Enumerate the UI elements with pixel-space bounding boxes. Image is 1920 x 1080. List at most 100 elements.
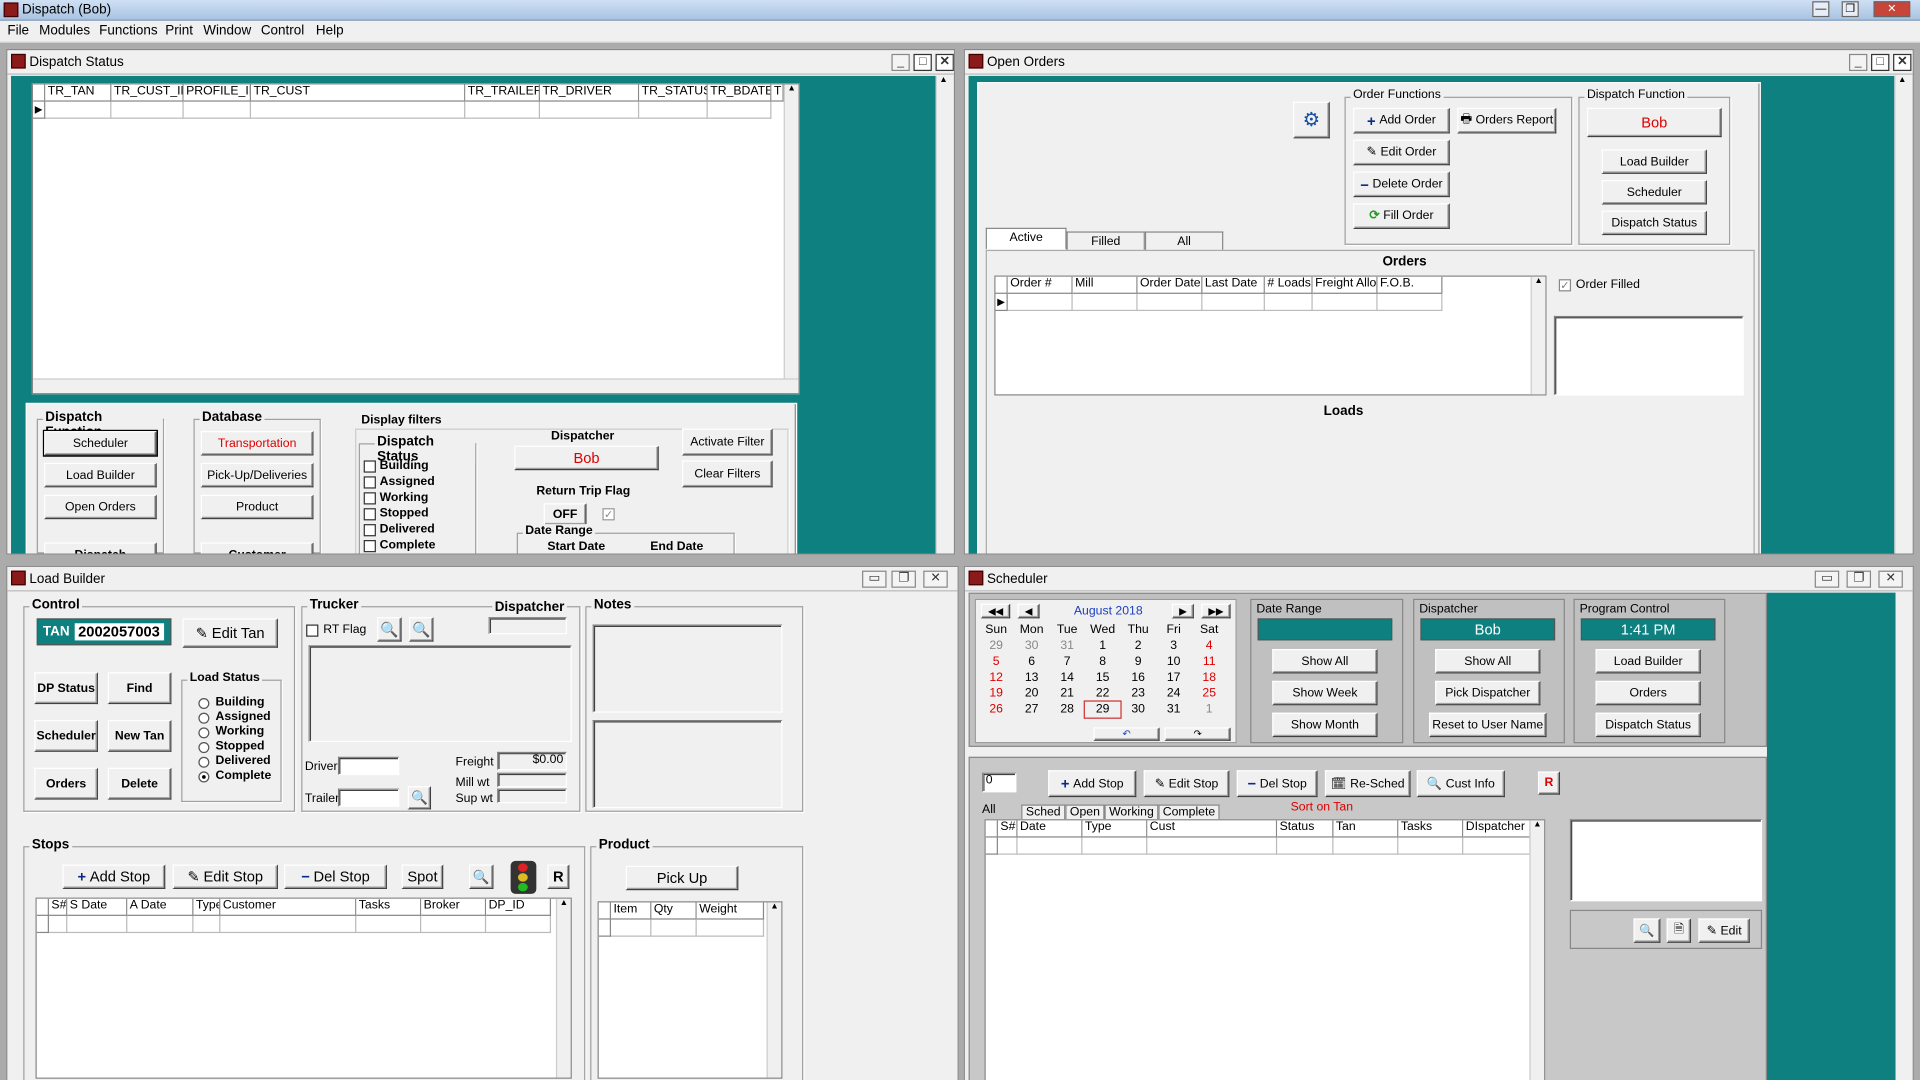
orders-button[interactable]: Orders — [34, 767, 98, 800]
prev-year-icon[interactable]: ◀◀ — [980, 603, 1011, 619]
rt-flag-checkbox[interactable] — [306, 624, 319, 637]
minimize-icon[interactable]: ▭ — [1814, 570, 1840, 588]
close-icon[interactable]: ✕ — [935, 53, 954, 72]
search-icon[interactable]: 🔍 — [1633, 918, 1661, 943]
dp-status-button[interactable]: DP Status — [34, 672, 98, 705]
tan-value[interactable]: 2002057003 — [74, 623, 164, 641]
col-header[interactable]: TR_DRIVER — [540, 84, 640, 102]
col-header[interactable]: TR_STATUS — [639, 84, 708, 102]
product-button[interactable]: Product — [200, 494, 314, 520]
close-icon[interactable]: ✕ — [1878, 570, 1903, 588]
calendar-day-selected[interactable]: 29 — [1083, 700, 1122, 719]
tab-sched[interactable]: Sched — [1021, 804, 1066, 820]
assigned-radio[interactable] — [198, 712, 210, 724]
col-header[interactable]: Weight — [696, 902, 765, 920]
calendar-day[interactable]: 18 — [1191, 670, 1227, 686]
clear-filters-button[interactable]: Clear Filters — [682, 460, 773, 488]
col-header[interactable]: Tasks — [356, 898, 422, 916]
dispatch-status-grid[interactable]: TR_TAN TR_CUST_ID PROFILE_ID TR_CUST TR_… — [31, 83, 800, 395]
calendar-day[interactable]: 16 — [1120, 670, 1156, 686]
tab-complete[interactable]: Complete — [1158, 804, 1220, 820]
scheduler-button[interactable]: Scheduler — [34, 720, 98, 752]
menu-help[interactable]: Help — [316, 23, 344, 38]
tab-filled[interactable]: Filled — [1066, 231, 1145, 250]
calendar-day[interactable]: 29 — [978, 638, 1014, 654]
grid-horizontal-scrollbar[interactable] — [33, 378, 799, 394]
edit-stop-button[interactable]: ✎ Edit Stop — [1143, 770, 1230, 798]
dispatch-status-button[interactable]: Dispatch Status — [1595, 712, 1701, 738]
grid-vertical-scrollbar[interactable]: ▲ — [783, 84, 799, 394]
load-builder-button[interactable]: Load Builder — [1595, 648, 1701, 674]
col-header[interactable]: Freight Allow — [1312, 276, 1378, 294]
menu-file[interactable]: File — [7, 23, 29, 38]
orders-button[interactable]: Orders — [1595, 680, 1701, 706]
calendar-day[interactable]: 19 — [978, 686, 1014, 702]
restore-icon[interactable]: ❐ — [1846, 570, 1872, 588]
close-icon[interactable]: ✕ — [1893, 53, 1912, 72]
show-all-dispatcher-button[interactable]: Show All — [1435, 648, 1541, 674]
return-trip-toggle[interactable]: OFF — [543, 503, 587, 526]
menu-print[interactable]: Print — [165, 23, 193, 38]
calendar-day[interactable]: 23 — [1120, 686, 1156, 702]
calendar-day[interactable]: 1 — [1191, 702, 1227, 718]
mill-wt-field[interactable] — [497, 772, 567, 788]
tab-open[interactable]: Open — [1065, 804, 1105, 820]
calendar-day[interactable]: 11 — [1191, 654, 1227, 670]
col-header[interactable]: # Loads — [1264, 276, 1313, 294]
calendar-day[interactable]: 20 — [1014, 686, 1050, 702]
trailer-field[interactable] — [337, 788, 400, 807]
calendar-day[interactable]: 30 — [1014, 638, 1050, 654]
col-header[interactable]: TR_CUST — [251, 84, 466, 102]
assigned-checkbox[interactable] — [363, 476, 376, 489]
working-radio[interactable] — [198, 727, 210, 739]
stopped-checkbox[interactable] — [363, 508, 376, 521]
calendar-day[interactable]: 1 — [1085, 638, 1121, 654]
stopped-radio[interactable] — [198, 742, 210, 754]
orders-grid[interactable]: Order # Mill Order Date Last Date # Load… — [994, 275, 1547, 396]
pickup-deliveries-button[interactable]: Pick-Up/Deliveries — [200, 462, 314, 488]
product-grid[interactable]: Item Qty Weight ▲ — [597, 901, 783, 1079]
sup-wt-field[interactable] — [497, 788, 567, 804]
load-builder-button[interactable]: Load Builder — [44, 462, 157, 488]
calendar-day[interactable]: 13 — [1014, 670, 1050, 686]
dispatcher-field[interactable] — [488, 617, 567, 635]
resched-button[interactable]: 🗓 Re-Sched — [1324, 770, 1411, 798]
restore-icon[interactable]: ❐ — [891, 570, 916, 588]
orders-lookup-icon[interactable]: ⚙ — [1293, 101, 1330, 139]
dispatcher-button[interactable]: Bob — [514, 445, 659, 471]
col-header[interactable]: T — [771, 84, 784, 102]
menu-functions[interactable]: Functions — [99, 23, 157, 38]
trailer-search-icon[interactable]: 🔍 — [407, 786, 432, 810]
traffic-light-icon[interactable] — [510, 860, 537, 894]
show-month-button[interactable]: Show Month — [1272, 712, 1378, 738]
menu-modules[interactable]: Modules — [39, 23, 90, 38]
table-row[interactable] — [48, 915, 552, 934]
calendar-day[interactable]: 21 — [1049, 686, 1085, 702]
scheduler-button[interactable]: Scheduler — [42, 429, 158, 457]
minimize-icon[interactable]: — — [1812, 1, 1830, 18]
col-header[interactable]: Qty — [651, 902, 697, 920]
col-header[interactable]: PROFILE_ID — [183, 84, 252, 102]
delivered-radio[interactable] — [198, 756, 210, 768]
driver-field[interactable] — [337, 756, 400, 776]
col-header[interactable]: DP_ID — [486, 898, 552, 916]
stop-search-icon[interactable]: 🔍 — [468, 864, 494, 889]
col-header[interactable]: Mill — [1072, 276, 1138, 294]
delivered-checkbox[interactable] — [363, 524, 376, 537]
calendar-day[interactable]: 9 — [1120, 654, 1156, 670]
delete-button[interactable]: Delete — [107, 767, 172, 800]
calendar-day[interactable]: 10 — [1156, 654, 1192, 670]
calendar-day[interactable]: 7 — [1049, 654, 1085, 670]
col-header[interactable]: S# — [997, 820, 1018, 838]
col-header[interactable]: Last Date — [1202, 276, 1265, 294]
calendar-day[interactable]: 14 — [1049, 670, 1085, 686]
col-header[interactable]: Customer — [220, 898, 357, 916]
delete-order-button[interactable]: − Delete Order — [1353, 171, 1450, 198]
cust-info-button[interactable]: 🔍 Cust Info — [1416, 770, 1505, 798]
scheduler-button[interactable]: Scheduler — [1601, 180, 1707, 205]
redo-icon[interactable]: ↷ — [1164, 727, 1231, 741]
edit-tan-button[interactable]: ✎ Edit Tan — [182, 618, 278, 648]
grid-vertical-scrollbar[interactable]: ▲ — [1530, 276, 1546, 395]
restore-icon[interactable]: ❐ — [1841, 1, 1859, 18]
table-row[interactable] — [611, 919, 765, 937]
